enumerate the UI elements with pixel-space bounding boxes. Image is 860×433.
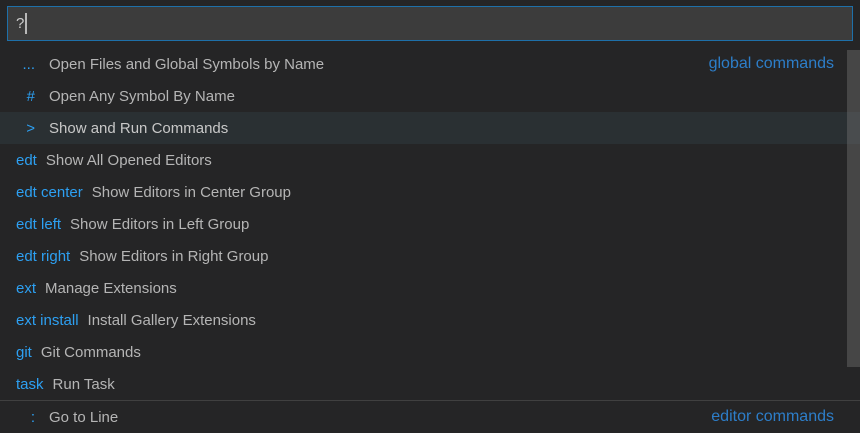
item-run-commands[interactable]: > Show and Run Commands [0, 112, 860, 144]
command-description: Show Editors in Left Group [70, 216, 249, 233]
text-caret [25, 13, 27, 34]
item-ext-install[interactable]: ext install Install Gallery Extensions [0, 304, 860, 336]
command-prefix: edt center [16, 184, 83, 201]
command-description: Show Editors in Center Group [92, 184, 291, 201]
command-description: Git Commands [41, 344, 141, 361]
item-open-files[interactable]: ... Open Files and Global Symbols by Nam… [0, 48, 860, 80]
command-description: Install Gallery Extensions [88, 312, 256, 329]
group-label-editor-commands: editor commands [699, 408, 834, 426]
item-ext[interactable]: ext Manage Extensions [0, 272, 860, 304]
command-prefix: > [16, 120, 35, 137]
command-prefix: git [16, 344, 32, 361]
quick-open-widget: ? ... Open Files and Global Symbols by N… [0, 0, 860, 433]
item-task[interactable]: task Run Task [0, 368, 860, 400]
quick-open-input[interactable]: ? [7, 6, 853, 41]
command-prefix: # [16, 88, 35, 105]
command-prefix: ... [16, 56, 35, 73]
item-go-to-line[interactable]: : Go to Line editor commands [0, 401, 860, 433]
command-prefix: ext install [16, 312, 79, 329]
item-edt[interactable]: edt Show All Opened Editors [0, 144, 860, 176]
quick-open-input-value: ? [16, 15, 24, 32]
command-description: Run Task [53, 376, 115, 393]
command-description: Open Any Symbol By Name [49, 88, 235, 105]
command-description: Manage Extensions [45, 280, 177, 297]
group-label-global-commands: global commands [697, 55, 834, 73]
scrollbar-thumb[interactable] [847, 50, 860, 367]
command-prefix: ext [16, 280, 36, 297]
command-prefix: : [16, 409, 35, 426]
item-edt-right[interactable]: edt right Show Editors in Right Group [0, 240, 860, 272]
command-description: Show All Opened Editors [46, 152, 212, 169]
item-edt-left[interactable]: edt left Show Editors in Left Group [0, 208, 860, 240]
command-description: Go to Line [49, 409, 118, 426]
command-description: Show and Run Commands [49, 120, 228, 137]
command-description: Show Editors in Right Group [79, 248, 268, 265]
quick-open-input-row: ? [0, 0, 860, 41]
quick-open-list: ... Open Files and Global Symbols by Nam… [0, 48, 860, 433]
command-prefix: edt right [16, 248, 70, 265]
command-prefix: edt left [16, 216, 61, 233]
command-prefix: edt [16, 152, 37, 169]
item-open-symbol[interactable]: # Open Any Symbol By Name [0, 80, 860, 112]
command-prefix: task [16, 376, 44, 393]
item-edt-center[interactable]: edt center Show Editors in Center Group [0, 176, 860, 208]
command-description: Open Files and Global Symbols by Name [49, 56, 324, 73]
item-git[interactable]: git Git Commands [0, 336, 860, 368]
